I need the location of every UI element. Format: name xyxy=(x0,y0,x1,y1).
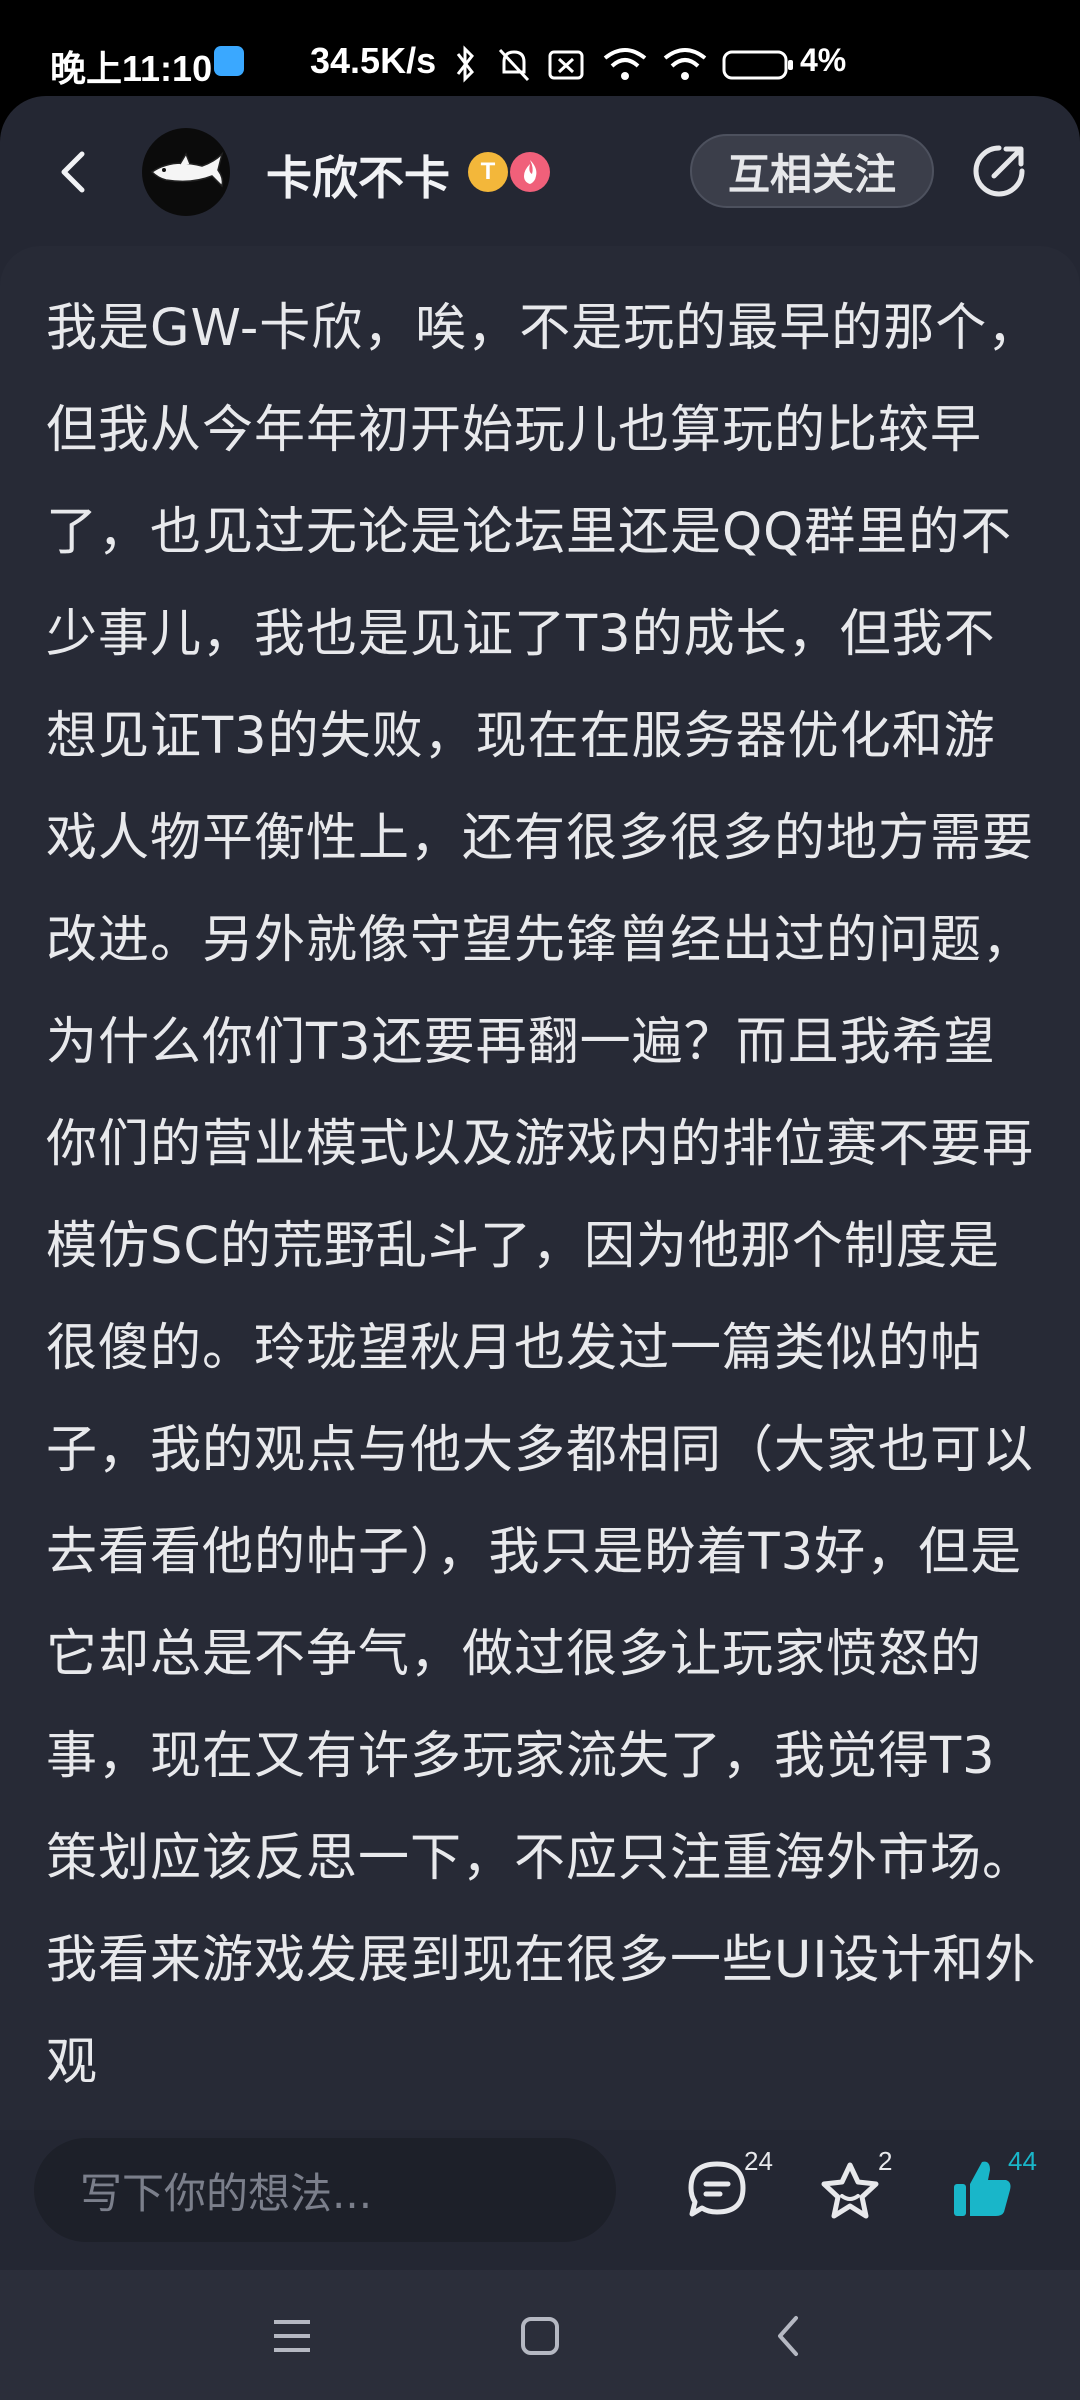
share-icon[interactable] xyxy=(970,142,1028,200)
status-time: 晚上11:10 xyxy=(50,48,213,89)
home-icon[interactable] xyxy=(520,2316,560,2356)
thumbs-up-icon[interactable] xyxy=(950,2156,1014,2222)
star-icon[interactable] xyxy=(818,2160,882,2222)
battery-icon xyxy=(722,50,793,80)
username[interactable]: 卡欣不卡 xyxy=(266,142,450,208)
post-body-text: 我是GW-卡欣，唉，不是玩的最早的那个，但我从今年年初开始玩儿也算玩的比较早了，… xyxy=(46,299,1040,2092)
mutual-follow-button[interactable]: 互相关注 xyxy=(690,134,934,208)
like-count: 44 xyxy=(1008,2146,1037,2176)
network-speed: 34.5K/s xyxy=(310,40,437,81)
avatar[interactable] xyxy=(142,128,230,216)
nav-back-icon[interactable] xyxy=(774,2314,802,2358)
no-sim-icon xyxy=(548,50,584,80)
favorite-count: 2 xyxy=(878,2146,893,2176)
post-content: 我是GW-卡欣，唉，不是玩的最早的那个，但我从今年年初开始玩儿也算玩的比较早了，… xyxy=(0,246,1080,2130)
flame-badge-icon xyxy=(510,152,550,192)
mute-icon xyxy=(498,48,530,82)
system-navigation-bar xyxy=(0,2270,1080,2400)
comment-icon[interactable] xyxy=(686,2160,748,2220)
status-bar: 晚上11:10 34.5K/s 4% xyxy=(0,0,1080,96)
app-notification-icon xyxy=(214,46,244,76)
battery-level: 4% xyxy=(800,42,847,78)
shark-drawing-icon xyxy=(150,151,224,188)
wifi-icon xyxy=(603,48,647,80)
wifi-icon-2 xyxy=(663,48,707,80)
bluetooth-icon xyxy=(456,45,474,83)
level-badge: T xyxy=(468,152,508,192)
back-arrow-icon[interactable] xyxy=(52,150,96,194)
comment-count: 24 xyxy=(744,2146,773,2176)
menu-icon[interactable] xyxy=(272,2318,312,2354)
comment-input[interactable]: 写下你的想法... xyxy=(34,2138,616,2242)
